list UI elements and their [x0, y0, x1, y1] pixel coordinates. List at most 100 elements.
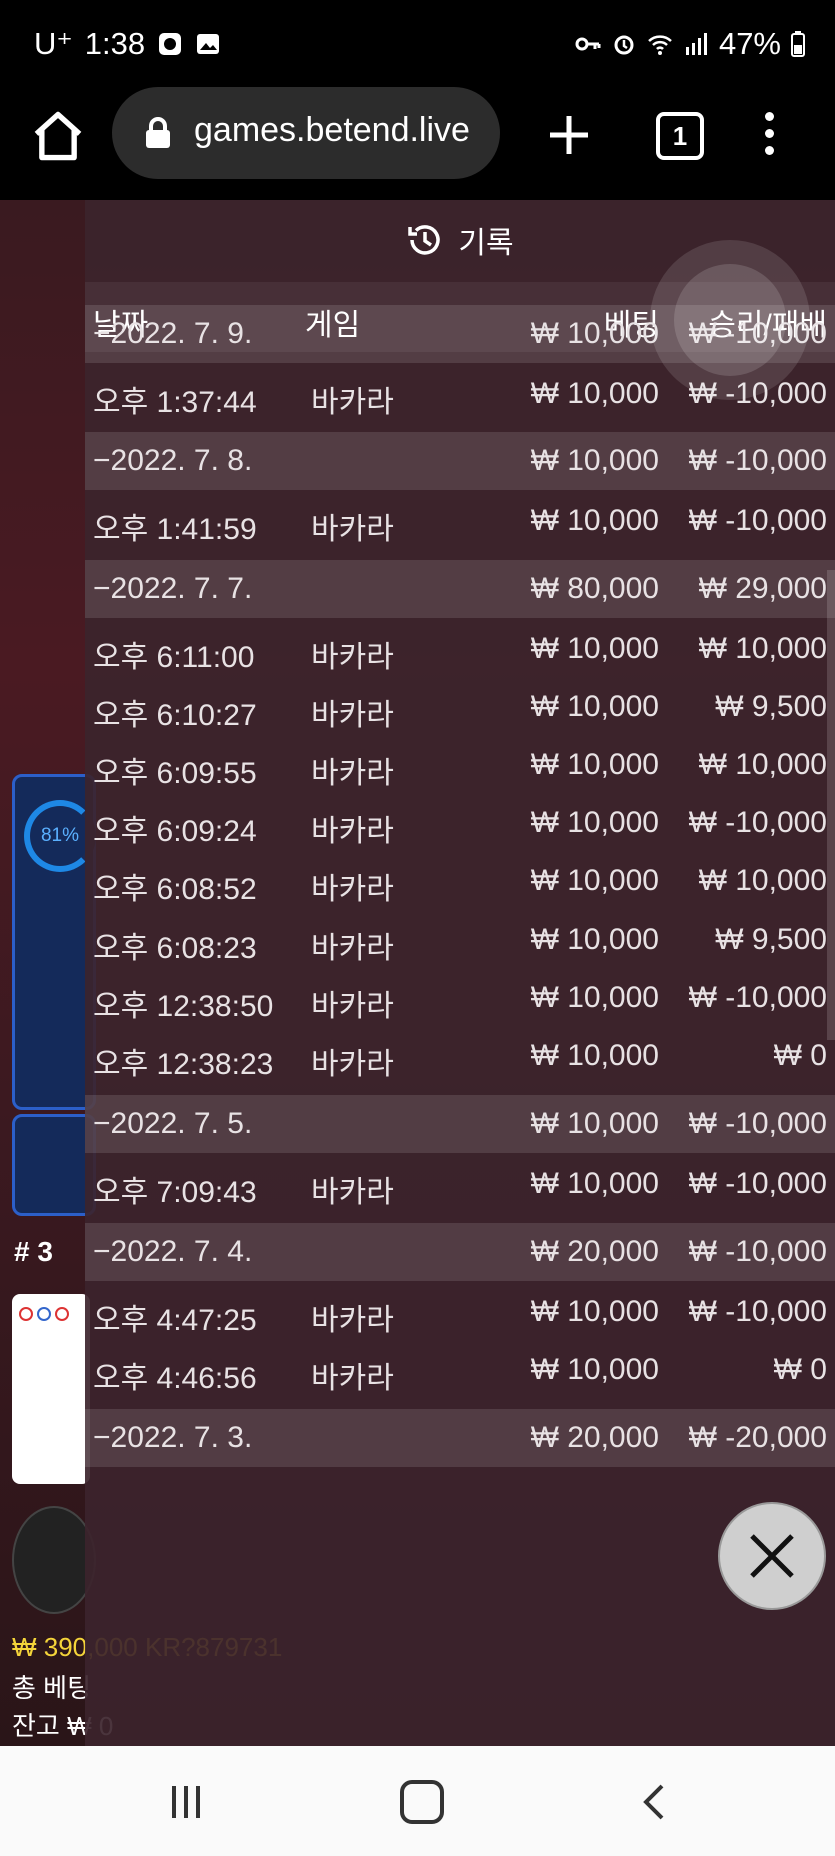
round-number: # 3 — [14, 1236, 53, 1267]
new-tab-icon[interactable] — [544, 110, 594, 160]
row-bet: ₩ 20,000 — [530, 1421, 659, 1454]
chip-icon[interactable] — [12, 1506, 96, 1614]
lock-icon — [146, 117, 170, 148]
date-group-row[interactable]: −2022. 7. 4. ₩ 20,000 ₩ -10,000 — [85, 1223, 835, 1281]
row-date: −2022. 7. 9. — [93, 317, 253, 350]
clock: 1:38 — [84, 26, 146, 61]
row-bet: ₩ 10,000 — [530, 864, 659, 897]
row-game: 바카라 — [311, 1048, 394, 1081]
row-bet: ₩ 80,000 — [530, 572, 659, 605]
row-game: 바카라 — [311, 641, 394, 674]
date-group-row[interactable]: −2022. 7. 7. ₩ 80,000 ₩ 29,000 — [85, 560, 835, 618]
total-bet-label: 총 베팅 — [12, 1673, 91, 1703]
row-date: 오후 4:47:25 — [93, 1304, 257, 1337]
row-game: 바카라 — [311, 699, 394, 732]
url-text: games.betend.live — [194, 111, 470, 149]
carrier-label: U⁺ — [34, 26, 73, 61]
row-bet: ₩ 10,000 — [530, 377, 659, 410]
gallery-notification-icon — [197, 34, 220, 54]
wifi-icon — [648, 35, 672, 55]
row-result: ₩ -10,000 — [688, 981, 827, 1014]
row-result: ₩ -10,000 — [688, 1167, 827, 1200]
row-game: 바카라 — [311, 932, 394, 965]
row-game: 바카라 — [311, 513, 394, 546]
back-icon[interactable] — [640, 1782, 668, 1822]
row-bet: ₩ 10,000 — [530, 748, 659, 781]
history-icon — [408, 225, 441, 255]
row-date: 오후 12:38:50 — [93, 990, 274, 1023]
status-bar: U⁺ 1:38 47% — [0, 0, 835, 92]
row-game: 바카라 — [311, 1362, 394, 1395]
row-bet: ₩ 10,000 — [530, 1295, 659, 1328]
address-bar[interactable]: games.betend.live — [112, 87, 500, 179]
row-bet: ₩ 10,000 — [530, 981, 659, 1014]
recent-apps-icon[interactable] — [168, 1784, 204, 1820]
row-date: 오후 1:37:44 — [93, 386, 257, 419]
row-bet: ₩ 10,000 — [530, 1039, 659, 1072]
row-result: ₩ -10,000 — [688, 444, 827, 477]
row-result: ₩ 10,000 — [698, 632, 827, 665]
signal-icon — [685, 33, 707, 55]
date-group-row[interactable]: −2022. 7. 8. ₩ 10,000 ₩ -10,000 — [85, 432, 835, 490]
row-bet: ₩ 10,000 — [530, 317, 659, 350]
row-bet: ₩ 10,000 — [530, 1167, 659, 1200]
row-bet: ₩ 20,000 — [530, 1235, 659, 1268]
row-bet: ₩ 10,000 — [530, 632, 659, 665]
row-result: ₩ 9,500 — [715, 923, 827, 956]
row-date: −2022. 7. 4. — [93, 1235, 253, 1268]
row-date: 오후 12:38:23 — [93, 1048, 274, 1081]
row-result: ₩ -10,000 — [688, 1107, 827, 1140]
row-date: 오후 6:08:23 — [93, 932, 257, 965]
row-date: 오후 6:09:55 — [93, 757, 257, 790]
row-date: −2022. 7. 8. — [93, 444, 253, 477]
row-result: ₩ 10,000 — [698, 864, 827, 897]
row-bet: ₩ 10,000 — [530, 1353, 659, 1386]
row-date: 오후 6:09:24 — [93, 815, 257, 848]
row-bet: ₩ 10,000 — [530, 1107, 659, 1140]
tab-switcher-button[interactable]: 1 — [656, 112, 704, 160]
row-date: −2022. 7. 7. — [93, 572, 253, 605]
row-date: 오후 1:41:59 — [93, 513, 257, 546]
row-result: ₩ -10,000 — [688, 1295, 827, 1328]
row-result: ₩ -10,000 — [688, 1235, 827, 1268]
row-bet: ₩ 10,000 — [530, 806, 659, 839]
scoreboard — [12, 1294, 90, 1484]
row-result: ₩ 10,000 — [698, 748, 827, 781]
row-game: 바카라 — [311, 757, 394, 790]
date-group-row[interactable]: −2022. 7. 5. ₩ 10,000 ₩ -10,000 — [85, 1095, 835, 1153]
row-date: 오후 6:08:52 — [93, 873, 257, 906]
row-result: ₩ -10,000 — [688, 806, 827, 839]
row-bet: ₩ 10,000 — [530, 444, 659, 477]
row-bet: ₩ 10,000 — [530, 923, 659, 956]
row-date: −2022. 7. 5. — [93, 1107, 253, 1140]
close-button[interactable] — [718, 1502, 826, 1610]
battery-percent: 47% — [718, 26, 781, 61]
row-result: ₩ 0 — [773, 1353, 827, 1386]
row-result: ₩ 0 — [773, 1039, 827, 1072]
row-game: 바카라 — [311, 815, 394, 848]
home-icon[interactable] — [30, 108, 86, 164]
row-date: −2022. 7. 3. — [93, 1421, 253, 1454]
home-nav-icon[interactable] — [400, 1780, 444, 1824]
row-date: 오후 6:11:00 — [93, 641, 255, 674]
row-game: 바카라 — [311, 1304, 394, 1337]
more-options-icon[interactable] — [765, 112, 774, 163]
key-icon — [575, 37, 601, 51]
row-bet: ₩ 10,000 — [530, 690, 659, 723]
row-result: ₩ 29,000 — [698, 572, 827, 605]
row-date: 오후 4:46:56 — [93, 1362, 257, 1395]
close-icon — [750, 1534, 794, 1578]
app-notification-icon — [159, 33, 182, 55]
row-game: 바카라 — [311, 873, 394, 906]
row-game: 바카라 — [311, 386, 394, 419]
row-game: 바카라 — [311, 990, 394, 1023]
system-navigation-bar — [0, 1746, 835, 1856]
panel-title: 기록 — [458, 227, 514, 260]
row-date: 오후 7:09:43 — [93, 1176, 257, 1209]
row-date: 오후 6:10:27 — [93, 699, 257, 732]
date-group-row[interactable]: −2022. 7. 3. ₩ 20,000 ₩ -20,000 — [85, 1409, 835, 1467]
row-game: 바카라 — [311, 1176, 394, 1209]
scrollbar[interactable] — [827, 570, 835, 1040]
row-bet: ₩ 10,000 — [530, 504, 659, 537]
battery-icon — [791, 31, 805, 57]
